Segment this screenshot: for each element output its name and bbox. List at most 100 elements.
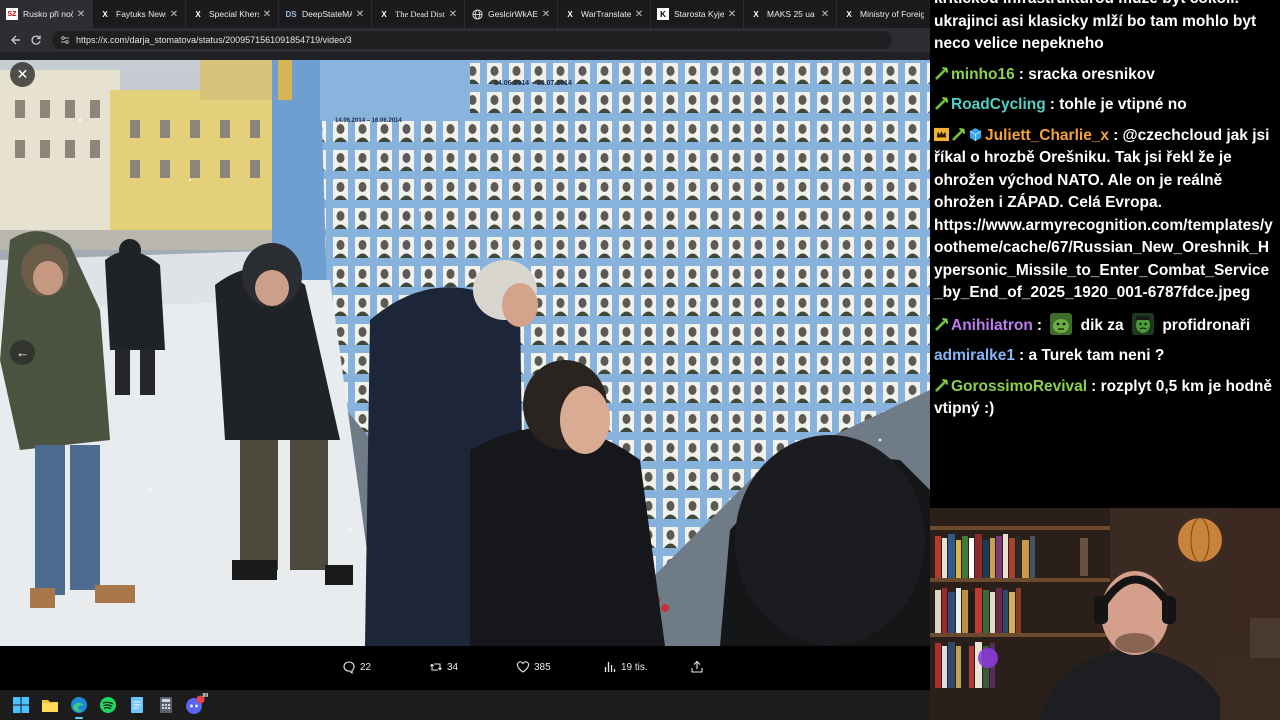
close-icon[interactable]: ✕ [541, 9, 551, 20]
x-logo-icon: X [846, 9, 852, 19]
close-icon[interactable]: ✕ [76, 9, 86, 20]
like-count: 385 [534, 661, 551, 673]
chat-message: Juliett_Charlie_x: @czechcloud jak jsi ř… [934, 126, 1273, 302]
x-logo-icon: X [102, 9, 108, 19]
x-logo-icon: X [753, 9, 759, 19]
deepstate-favicon-icon: DS [285, 9, 297, 19]
tab-starosta[interactable]: K Starosta Kyjeva ✕ [651, 0, 744, 28]
spotify-icon[interactable] [97, 694, 119, 716]
chat-username[interactable]: Anihilatron [951, 317, 1033, 334]
tab-label: The Dead District [395, 9, 445, 19]
share-icon [691, 660, 703, 673]
calculator-icon[interactable] [155, 694, 177, 716]
tab-faytuks[interactable]: X Faytuks News ✕ [93, 0, 186, 28]
close-icon[interactable]: ✕ [10, 62, 35, 87]
url-text: https://x.com/darja_stomatova/status/200… [76, 35, 352, 45]
notification-badge: 99 [202, 693, 208, 699]
chat-username[interactable]: GorossimoRevival [951, 378, 1087, 395]
message-text: dik za [1080, 316, 1124, 334]
tab-label: Starosta Kyjeva [674, 9, 724, 19]
chat-username[interactable]: Juliett_Charlie_x [985, 127, 1109, 144]
tab-label: Special Kherson [209, 9, 259, 19]
message-text: @czechcloud jak jsi říkal o hrozbě Orešn… [934, 126, 1273, 302]
message-text: profidronaři [1162, 316, 1251, 334]
discord-icon[interactable]: 99 [184, 693, 208, 716]
repost-button[interactable]: 34 [429, 660, 458, 674]
address-bar[interactable]: https://x.com/darja_stomatova/status/200… [52, 31, 892, 49]
wall-date-label: 14.06.2014 – 10.07.2014 [494, 80, 572, 87]
chat-message: minho16: sracka oresnikov [934, 64, 1274, 87]
chat-message: Anihilatron: dik za profidronaři [934, 312, 1274, 338]
reply-icon [343, 661, 355, 674]
message-text: sracka oresnikov [1028, 65, 1155, 83]
k-favicon-icon: K [657, 8, 669, 20]
tab-deepstatemap[interactable]: DS DeepStateMAP ✕ [279, 0, 372, 28]
share-button[interactable] [690, 660, 708, 674]
chat-message: GorossimoRevival: rozplyt 0,5 km je hodn… [934, 377, 1272, 418]
close-icon[interactable]: ✕ [634, 9, 644, 20]
tab-label: Ministry of Foreign [860, 9, 924, 19]
repost-count: 34 [447, 661, 459, 673]
pickaxe-badge-icon [934, 96, 949, 111]
video-player[interactable]: 14.06.2014 – 10.07.2014 14.06.2014 – 16.… [0, 60, 930, 646]
file-explorer-icon[interactable] [39, 694, 61, 716]
views-count: 19 tis. [621, 661, 648, 673]
like-button[interactable]: 385 [516, 660, 551, 674]
tab-maks[interactable]: X MAKS 25 ua ✕ [744, 0, 837, 28]
reply-count: 22 [360, 661, 372, 673]
windows-taskbar: 99 [0, 690, 930, 720]
pickaxe-badge-icon [951, 127, 966, 142]
pickaxe-badge-icon [934, 378, 949, 393]
notepad-icon[interactable] [126, 694, 148, 716]
close-icon[interactable]: ✕ [169, 9, 179, 20]
message-text: tohle je vtipné no [1059, 96, 1187, 113]
browser-toolbar: https://x.com/darja_stomatova/status/200… [0, 28, 930, 52]
wall-date-label: 14.06.2014 – 16.06.2014 [335, 118, 402, 124]
tab-dead-district[interactable]: X The Dead District ✕ [372, 0, 465, 28]
windows-start-icon[interactable] [10, 694, 32, 716]
green-face-emote-icon [1050, 312, 1073, 335]
close-icon[interactable]: ✕ [355, 9, 365, 20]
chat-username[interactable]: minho16 [951, 66, 1015, 83]
chat-username[interactable]: RoadCycling [951, 96, 1046, 113]
x-logo-icon: X [195, 9, 201, 19]
reload-icon[interactable] [26, 30, 46, 50]
tab-wartranslated[interactable]: X WarTranslated ✕ [558, 0, 651, 28]
globe-icon [471, 8, 483, 20]
crown-badge-icon [934, 127, 949, 142]
close-icon[interactable]: ✕ [448, 9, 458, 20]
tab-label: WarTranslated [581, 9, 631, 19]
tab-image[interactable]: GeslcirWkAEzRc ✕ [465, 0, 558, 28]
analytics-icon [604, 662, 616, 672]
close-icon[interactable]: ✕ [820, 9, 830, 20]
video-frame-scene [0, 60, 930, 646]
stream-chat: kritickou infrastrukturou může být cokol… [930, 0, 1280, 508]
reply-button[interactable]: 22 [342, 660, 371, 674]
tab-bar: SZ Rusko při noční ✕ X Faytuks News ✕ X … [0, 0, 930, 28]
tab-label: DeepStateMAP [302, 9, 352, 19]
sz-favicon-icon: SZ [6, 8, 18, 20]
site-info-icon[interactable] [60, 35, 70, 45]
tweet-action-bar: 22 34 385 19 tis. [0, 646, 930, 690]
heart-icon [516, 661, 530, 673]
webcam-scene [930, 508, 1280, 720]
chat-username[interactable]: admiralke1 [934, 347, 1015, 364]
tab-special-kherson[interactable]: X Special Kherson ✕ [186, 0, 279, 28]
browser-window: SZ Rusko při noční ✕ X Faytuks News ✕ X … [0, 0, 930, 690]
tab-label: Faytuks News [116, 9, 166, 19]
views-button[interactable]: 19 tis. [603, 660, 648, 674]
message-text: kritickou infrastrukturou může být cokol… [934, 0, 1257, 52]
x-logo-icon: X [567, 9, 573, 19]
repost-icon [430, 663, 442, 671]
edge-browser-icon[interactable] [68, 694, 90, 719]
tab-rusko[interactable]: SZ Rusko při noční ✕ [0, 0, 93, 28]
back-arrow-icon[interactable] [6, 30, 26, 50]
close-icon[interactable]: ✕ [727, 9, 737, 20]
pickaxe-badge-icon [934, 317, 949, 332]
tab-label: GeslcirWkAEzRc [488, 9, 538, 19]
arrow-left-icon[interactable]: ← [10, 340, 35, 365]
close-icon[interactable]: ✕ [262, 9, 272, 20]
tab-ministry[interactable]: X Ministry of Foreign [837, 0, 930, 28]
x-logo-icon: X [381, 9, 387, 19]
hulk-emote-icon [1132, 312, 1154, 335]
